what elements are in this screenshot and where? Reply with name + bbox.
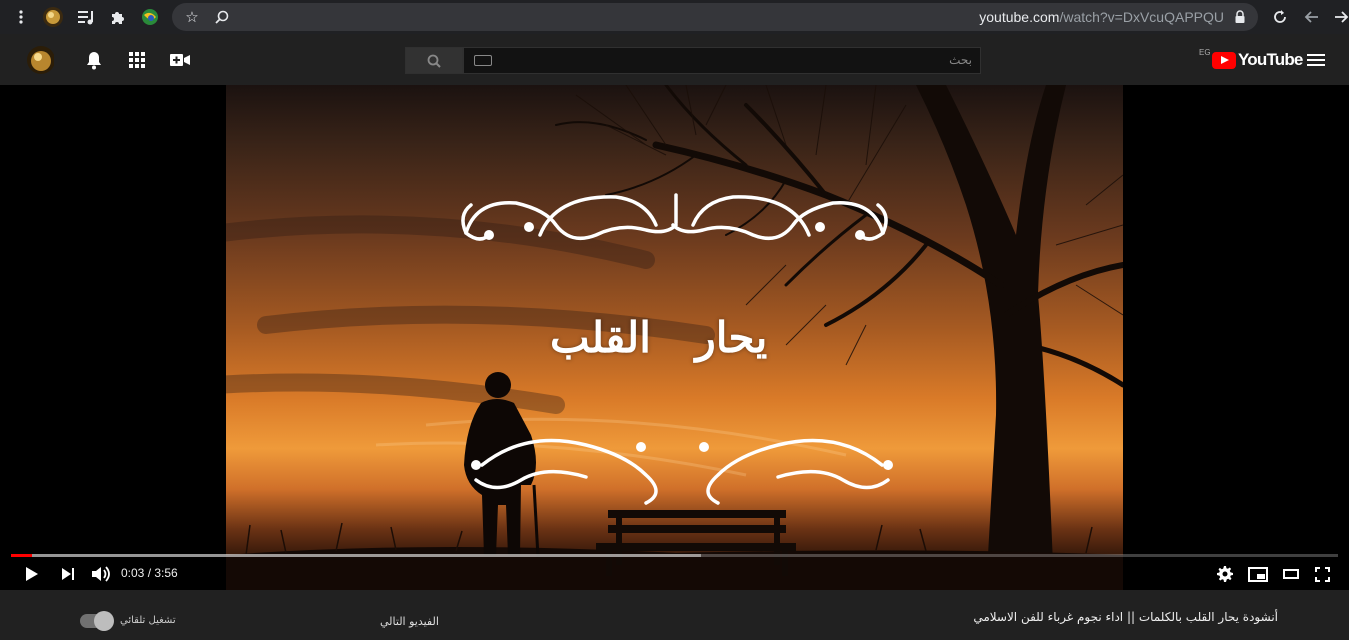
progress-buffered xyxy=(11,554,702,557)
browser-toolbar: ☆ youtube.com/watch?v=DxVcuQAPPQU xyxy=(0,0,1349,34)
notifications-bell-icon[interactable] xyxy=(80,46,108,74)
theater-mode-button[interactable] xyxy=(1280,563,1302,585)
settings-button[interactable] xyxy=(1214,563,1236,585)
volume-button[interactable] xyxy=(90,563,112,585)
autoplay-toggle[interactable] xyxy=(80,611,114,631)
zoom-icon[interactable] xyxy=(210,5,234,29)
extension-globe-icon[interactable] xyxy=(138,5,162,29)
miniplayer-icon xyxy=(1248,566,1268,582)
hamburger-menu-icon[interactable] xyxy=(1302,46,1330,74)
back-arrow-icon[interactable] xyxy=(1299,5,1323,29)
bookmark-star-icon[interactable]: ☆ xyxy=(180,5,204,29)
search-placeholder: بحث xyxy=(949,53,972,67)
fullscreen-button[interactable] xyxy=(1311,563,1333,585)
search-input[interactable]: بحث xyxy=(463,47,981,74)
youtube-logo-text: YouTube xyxy=(1238,50,1303,69)
media-control-icon[interactable] xyxy=(74,5,98,29)
volume-icon xyxy=(92,566,110,582)
forward-arrow-icon[interactable] xyxy=(1330,5,1349,29)
url-host: youtube.com xyxy=(979,9,1060,25)
youtube-header: بحث EG YouTube xyxy=(0,34,1349,85)
miniplayer-button[interactable] xyxy=(1247,563,1269,585)
keyboard-icon[interactable] xyxy=(474,55,492,66)
autoplay-label: تشغيل تلقائي xyxy=(120,615,176,626)
lock-icon xyxy=(1235,10,1245,23)
video-title: أنشودة يحار القلب بالكلمات || اداء نجوم … xyxy=(973,610,1278,624)
youtube-logo[interactable]: YouTube xyxy=(1212,49,1303,71)
create-video-icon[interactable] xyxy=(166,46,194,74)
gear-icon xyxy=(1217,566,1233,582)
autoplay-toggle-knob xyxy=(94,611,114,631)
below-video-bar: تشغيل تلقائي الفيديو التالي أنشودة يحار … xyxy=(0,590,1349,640)
kebab-menu-icon[interactable] xyxy=(9,5,33,29)
extensions-puzzle-icon[interactable] xyxy=(106,5,130,29)
video-player[interactable]: يحار القلب 0:03 / 3:56 xyxy=(0,85,1349,590)
play-icon xyxy=(26,567,38,581)
time-display: 0:03 / 3:56 xyxy=(121,566,178,580)
url-path: /watch?v=DxVcuQAPPQU xyxy=(1059,9,1224,25)
profile-avatar-icon[interactable] xyxy=(41,5,65,29)
apps-grid-icon[interactable] xyxy=(123,46,151,74)
next-button[interactable] xyxy=(58,563,78,585)
video-frame[interactable]: يحار القلب xyxy=(226,85,1123,590)
url-text: youtube.com/watch?v=DxVcuQAPPQU xyxy=(979,9,1224,25)
account-avatar[interactable] xyxy=(26,46,54,74)
youtube-play-logo-icon xyxy=(1212,51,1236,69)
country-code: EG xyxy=(1199,48,1211,57)
video-overlay-title: يحار القلب xyxy=(550,313,768,362)
progress-played xyxy=(11,554,33,557)
reload-icon[interactable] xyxy=(1268,5,1292,29)
address-bar[interactable]: ☆ youtube.com/watch?v=DxVcuQAPPQU xyxy=(172,3,1258,31)
progress-bar[interactable] xyxy=(11,554,1338,557)
skip-next-icon xyxy=(62,568,74,580)
play-button[interactable] xyxy=(22,563,42,585)
fullscreen-icon xyxy=(1314,566,1330,582)
next-video-label[interactable]: الفيديو التالي xyxy=(380,615,439,628)
theater-icon xyxy=(1283,569,1299,579)
search-icon xyxy=(427,54,441,68)
search-button[interactable] xyxy=(405,47,463,74)
